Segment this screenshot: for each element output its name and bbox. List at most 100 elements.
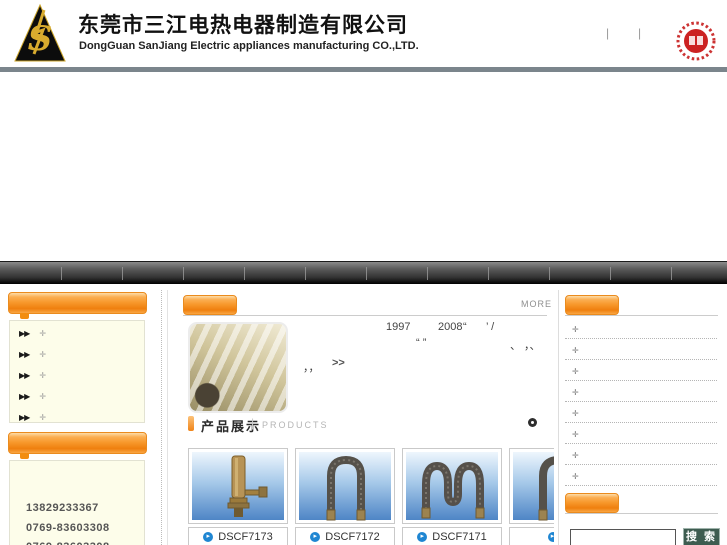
play-icon: ▸ [417, 532, 428, 542]
product-label[interactable]: ▸ D [509, 527, 554, 545]
right-column-divider [558, 290, 559, 545]
products-title-divider: | [251, 416, 255, 430]
products-more-icon[interactable] [528, 418, 537, 427]
search-input[interactable] [570, 529, 676, 545]
left-menu-item[interactable]: ▶▶ ✛ [10, 321, 144, 342]
search-button[interactable]: 搜 索 [683, 528, 720, 545]
link-bullet-icon: ✛ [572, 451, 579, 460]
products-section-bullet-icon [188, 416, 194, 431]
heating-element-photo [326, 455, 366, 521]
intro-text-fragment: “ [463, 321, 467, 333]
contact-phone-mobile: 13829233367 [26, 502, 99, 514]
intro-text-fragment: 2008 [438, 321, 463, 333]
right-search-underline [565, 513, 718, 514]
intro-more-arrows-link[interactable]: >> [332, 357, 345, 369]
link-bullet-icon: ✛ [572, 472, 579, 481]
nav-item-separator [427, 267, 428, 280]
right-link-item[interactable]: ✛ [565, 381, 717, 402]
nav-item-separator [122, 267, 123, 280]
heating-element-photo [421, 461, 485, 519]
nav-item-separator [671, 267, 672, 280]
product-name: DSCF7173 [218, 531, 273, 543]
nav-item-separator [366, 267, 367, 280]
heating-element-photo [538, 456, 554, 521]
double-arrow-icon: ▶▶ [19, 413, 30, 422]
left-menu-header [8, 292, 147, 314]
company-name-zh: 东莞市三江电热电器制造有限公司 [78, 14, 408, 37]
nav-item-separator [549, 267, 550, 280]
nav-item-separator [610, 267, 611, 280]
double-arrow-icon: ▶▶ [19, 329, 30, 338]
about-section-underline [183, 315, 547, 316]
small-arrow-icon: ✛ [39, 329, 47, 338]
product-image[interactable] [402, 448, 502, 524]
small-arrow-icon: ✛ [39, 413, 47, 422]
intro-text-fragment: ’ / [486, 321, 495, 333]
play-icon: ▸ [547, 532, 554, 542]
product-label[interactable]: ▸ DSCF7173 [188, 527, 288, 545]
link-bullet-icon: ✛ [572, 388, 579, 397]
right-links-underline [565, 315, 718, 316]
link-bullet-icon: ✛ [572, 325, 579, 334]
right-link-item[interactable]: ✛ [565, 465, 717, 486]
product-label[interactable]: ▸ DSCF7171 [402, 527, 502, 545]
right-link-item[interactable]: ✛ [565, 360, 717, 381]
products-section-title-en: PRODUCTS [262, 420, 329, 430]
small-arrow-icon: ✛ [39, 392, 47, 401]
nav-item-separator [305, 267, 306, 280]
about-section-tab[interactable] [183, 295, 237, 315]
left-menu-panel: ▶▶ ✛ ▶▶ ✛ ▶▶ ✛ ▶▶ ✛ ▶▶ ✛ [9, 320, 145, 423]
double-arrow-icon: ▶▶ [19, 392, 30, 401]
right-link-item[interactable]: ✛ [565, 444, 717, 465]
small-arrow-icon: ✛ [39, 350, 47, 359]
product-image[interactable] [295, 448, 395, 524]
link-bullet-icon: ✛ [572, 430, 579, 439]
small-arrow-icon: ✛ [39, 371, 47, 380]
double-arrow-icon: ▶▶ [19, 371, 30, 380]
left-menu-item[interactable]: ▶▶ ✛ [10, 363, 144, 384]
intro-text-fragment: 1997 [386, 321, 411, 333]
left-contact-header [8, 432, 147, 454]
top-link-separator: | [606, 26, 610, 40]
double-arrow-icon: ▶▶ [19, 350, 30, 359]
main-navigation-bar[interactable] [0, 261, 727, 284]
right-link-item[interactable]: ✛ [565, 318, 717, 339]
contact-phone-extra: 0769-83603308 [26, 541, 110, 545]
page: S 东莞市三江电热电器制造有限公司 DongGuan SanJiang Elec… [0, 0, 727, 545]
nav-item-separator [61, 267, 62, 280]
right-links-header [565, 295, 619, 315]
link-bullet-icon: ✛ [572, 367, 579, 376]
more-link[interactable]: MORE [521, 299, 552, 309]
product-image[interactable] [509, 448, 554, 524]
product-name: DSCF7171 [432, 531, 487, 543]
left-menu-item[interactable]: ▶▶ ✛ [10, 384, 144, 405]
right-link-item[interactable]: ✛ [565, 402, 717, 423]
nav-item-separator [488, 267, 489, 280]
right-link-item[interactable]: ✛ [565, 339, 717, 360]
intro-text-fragment: 、 ，、 [510, 340, 541, 352]
company-logo-icon[interactable]: S [14, 4, 66, 62]
left-contact-header-nub [20, 453, 29, 459]
right-link-item[interactable]: ✛ [565, 423, 717, 444]
play-icon: ▸ [310, 532, 321, 542]
intro-text-fragment: “ ” [416, 337, 427, 349]
nav-item-separator [183, 267, 184, 280]
left-menu-item[interactable]: ▶▶ ✛ [10, 405, 144, 426]
play-icon: ▸ [203, 532, 214, 542]
company-building-photo [188, 322, 288, 413]
left-column-dotted-divider [161, 290, 162, 545]
link-bullet-icon: ✛ [572, 409, 579, 418]
right-links-list: ✛ ✛ ✛ ✛ ✛ ✛ ✛ ✛ [565, 318, 717, 486]
left-menu-header-nub [20, 313, 29, 319]
product-image[interactable] [188, 448, 288, 524]
contact-phone-landline: 0769-83603308 [26, 522, 110, 534]
left-menu-item[interactable]: ▶▶ ✛ [10, 342, 144, 363]
banner-placeholder [0, 72, 727, 261]
header: S 东莞市三江电热电器制造有限公司 DongGuan SanJiang Elec… [0, 0, 727, 67]
certification-seal-icon [676, 21, 716, 61]
intro-text-fragment: ，， [303, 362, 320, 374]
product-label[interactable]: ▸ DSCF7172 [295, 527, 395, 545]
product-name: DSCF7172 [325, 531, 380, 543]
left-column-divider [167, 290, 168, 545]
heating-element-photo [227, 455, 268, 517]
